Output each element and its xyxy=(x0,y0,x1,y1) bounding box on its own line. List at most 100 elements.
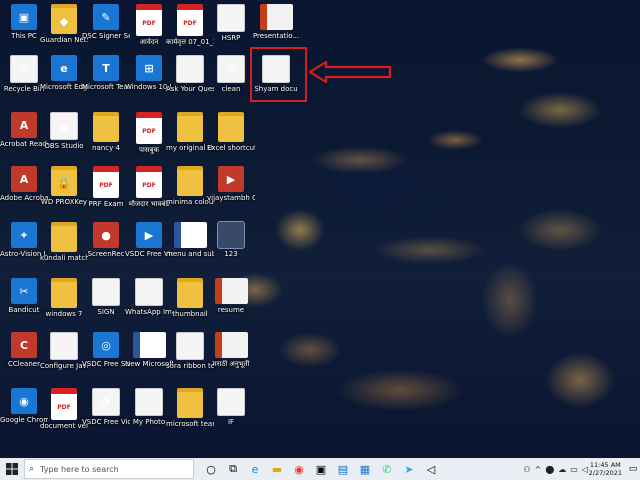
desktop-icon[interactable]: ◉ OBS Studio xyxy=(42,112,86,150)
desktop-icon[interactable]: PDF आवेदन xyxy=(127,4,171,46)
proxkey-lock-icon: 🔒 xyxy=(51,166,77,196)
acrobat-icon: A xyxy=(11,112,37,138)
astro-vision-icon: ✦ xyxy=(11,222,37,248)
volume-icon[interactable]: ◁ xyxy=(582,465,588,474)
desktop-icon[interactable]: minima colour... xyxy=(166,166,214,206)
vsdc-recorder-icon: ◎ xyxy=(93,332,119,358)
taskbar-explorer-button[interactable]: ▬ xyxy=(266,458,288,480)
word-file-icon xyxy=(173,222,207,248)
desktop-icon[interactable]: sora ribbon template xyxy=(166,332,214,370)
recycle-bin-icon: ♻ xyxy=(10,55,38,83)
desktop-icon[interactable]: kundali matching xyxy=(40,222,88,262)
desktop-icon[interactable]: ◆ Guardian NetSecure xyxy=(40,4,88,44)
notification-icon: ▭ xyxy=(628,464,638,474)
desktop-icon[interactable]: my original theme xyxy=(166,112,214,152)
video-icon[interactable]: ⬤ xyxy=(545,465,554,474)
desktop-icon[interactable]: resume xyxy=(209,278,253,314)
desktop-icon[interactable]: ⟳ VSDC Free Video C... xyxy=(82,388,130,426)
desktop-icon[interactable]: PDFकार्यवृत्त 07_01_2021 xyxy=(166,4,214,46)
desktop-icon-label: resume xyxy=(217,306,245,314)
image-file-icon xyxy=(92,278,120,306)
start-button[interactable] xyxy=(0,458,24,480)
desktop-icon[interactable]: ✎ DSC Signer Service xyxy=(82,4,130,40)
desktop-icon[interactable]: ✦Astro-Vision LifeSign M... xyxy=(0,222,48,258)
desktop-icon[interactable]: New Microsoft... xyxy=(125,332,173,368)
task-view-button[interactable]: ⧉ xyxy=(222,458,244,480)
desktop-icon[interactable]: ◎ VSDC Free Screen R... xyxy=(82,332,130,368)
taskbar-volume-mixer-button[interactable]: ◁ xyxy=(420,458,442,480)
desktop-icon[interactable]: Excel shortcut... xyxy=(207,112,255,152)
desktop-icon[interactable]: Configure Java xyxy=(40,332,88,370)
taskbar-app-button[interactable]: ▣ xyxy=(310,458,332,480)
taskbar-whatsapp-button[interactable]: ✆ xyxy=(376,458,398,480)
desktop-icon[interactable]: WhatsApp Image 20... xyxy=(125,278,173,316)
network-icon[interactable]: ▭ xyxy=(570,465,578,474)
onedrive-cloud-icon[interactable]: ☁ xyxy=(558,465,566,474)
desktop-icon[interactable]: T Microsoft Teams xyxy=(82,55,130,91)
pdf-file-icon: PDF xyxy=(136,166,162,198)
desktop-icon[interactable]: SIGN xyxy=(84,278,128,316)
whatsapp-icon: ✆ xyxy=(382,462,392,476)
taskbar-telegram-button[interactable]: ➤ xyxy=(398,458,420,480)
desktop[interactable]: ▣This PC◆ Guardian NetSecure ✎ DSC Signer S… xyxy=(0,0,640,458)
desktop-icon[interactable]: Presentatio... xyxy=(253,4,299,40)
cortana-button[interactable]: ○ xyxy=(200,458,222,480)
desktop-icon-label: PRF Exam xyxy=(88,200,124,208)
desktop-icon[interactable]: 123 xyxy=(209,221,253,258)
desktop-icon[interactable]: PDF document verification... xyxy=(40,388,88,430)
desktop-icon-label: vijaystambh GM 03 xyxy=(207,194,255,202)
pdf-file-icon: PDF xyxy=(136,4,162,36)
document-icon xyxy=(176,332,204,360)
desktop-icon-label: SIGN xyxy=(97,308,115,316)
taskbar-clock[interactable]: 11:45 AM 2/27/2021 xyxy=(589,458,622,480)
desktop-icon[interactable]: menu and sub menu xyxy=(166,222,214,258)
desktop-icon[interactable]: PDF PRF Exam xyxy=(84,166,128,208)
desktop-icon[interactable]: Ask Your Question xyxy=(166,55,214,93)
taskbar-store-button[interactable]: ▤ xyxy=(332,458,354,480)
desktop-icon[interactable]: PDF पासबुक xyxy=(127,112,171,154)
system-tray: ⚇ ^ ⬤ ☁ ▭ ◁ xyxy=(523,465,588,474)
taskbar-edge-button[interactable]: e xyxy=(244,458,266,480)
file-explorer-icon: ▬ xyxy=(271,462,283,476)
app-icon: ▣ xyxy=(315,462,327,476)
windows-logo-icon xyxy=(6,463,18,475)
desktop-icon[interactable]: HSRP xyxy=(209,4,253,42)
desktop-icon[interactable]: microsoft teams xyxy=(166,388,214,428)
desktop-icon[interactable]: thumbnail xyxy=(168,278,212,318)
pdf-file-icon: PDF xyxy=(93,166,119,198)
desktop-icon[interactable]: मराठी अनुभूती xyxy=(209,332,253,368)
cortana-circle-icon: ○ xyxy=(206,462,216,476)
desktop-icon-label: nancy 4 xyxy=(92,144,120,152)
notification-center-button[interactable]: ▭ xyxy=(626,458,640,480)
desktop-icon-label: kundali matching xyxy=(40,254,88,262)
desktop-icon[interactable]: ✂ Bandicut xyxy=(2,278,46,314)
people-icon[interactable]: ⚇ xyxy=(523,465,530,474)
pdf-file-icon: PDF xyxy=(177,4,203,36)
desktop-icon[interactable]: ▶ vijaystambh GM 03 xyxy=(207,166,255,202)
desktop-icon[interactable]: ⊞Windows 10 Update As... xyxy=(125,55,173,91)
desktop-icon[interactable]: ● ScreenRec xyxy=(84,222,128,258)
desktop-icon[interactable]: nancy 4 xyxy=(84,112,128,152)
desktop-icon[interactable]: AAdobe Acrobat DC xyxy=(0,166,48,202)
desktop-icon[interactable]: PDF मौजदार भावबंड xyxy=(127,166,171,208)
show-hidden-icons-icon[interactable]: ^ xyxy=(535,465,542,474)
acrobat-icon: A xyxy=(11,166,37,192)
screenrec-icon: ● xyxy=(93,222,119,248)
taskbar-photos-button[interactable]: ▦ xyxy=(354,458,376,480)
desktop-icon[interactable]: 🔒 WD PROXKey xyxy=(41,166,87,206)
clock-date: 2/27/2021 xyxy=(588,469,622,477)
taskbar-search-box[interactable]: ⌕ Type here to search xyxy=(24,459,194,479)
desktop-icon[interactable]: IF xyxy=(209,388,253,426)
clock-time: 11:45 AM xyxy=(589,461,621,469)
desktop-icon[interactable]: windows 7 xyxy=(42,278,86,318)
desktop-icon[interactable]: ⚙ clean xyxy=(209,55,253,93)
search-placeholder: Type here to search xyxy=(40,464,119,474)
desktop-icon[interactable]: ▣ This PC xyxy=(2,4,46,40)
desktop-icon[interactable]: My Photo xyxy=(127,388,171,426)
desktop-icon[interactable]: ▶VSDC Free Video E... xyxy=(125,222,173,258)
taskbar-chrome-button[interactable]: ◉ xyxy=(288,458,310,480)
desktop-icon[interactable]: ◉Google Chrome xyxy=(0,388,48,424)
desktop-icon[interactable]: e Microsoft Edge xyxy=(40,55,88,91)
task-view-icon: ⧉ xyxy=(229,462,237,475)
document-icon xyxy=(217,4,245,32)
